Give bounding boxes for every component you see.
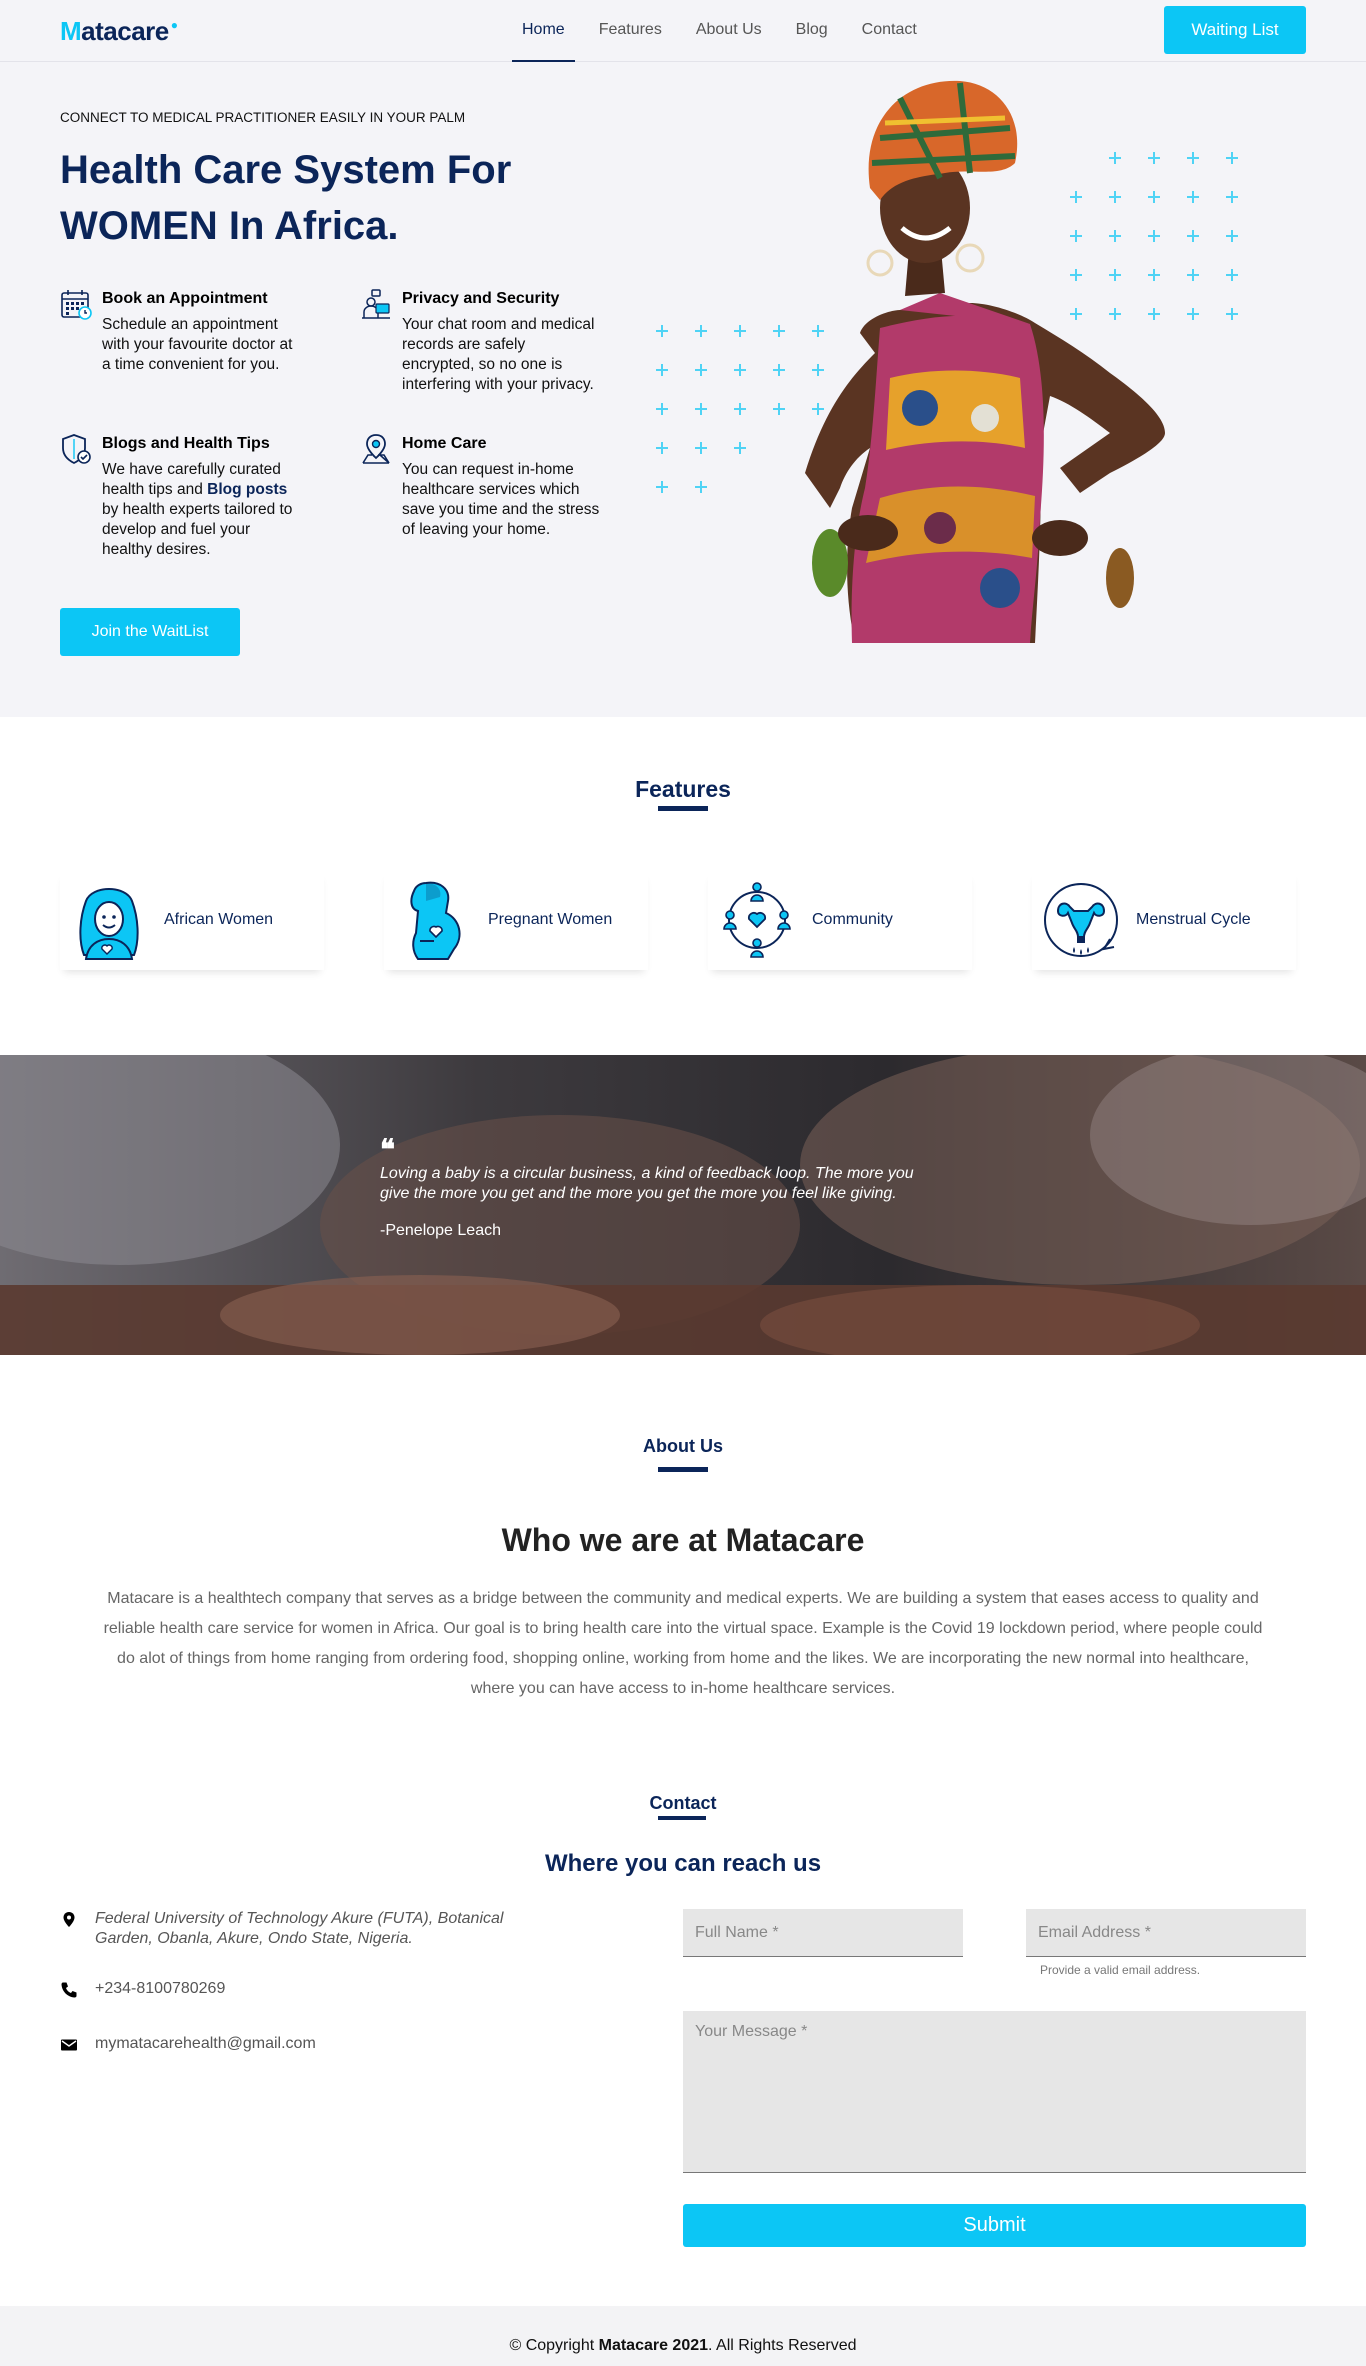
quote-mark-icon: ❝ bbox=[380, 1133, 396, 1166]
nav-home[interactable]: Home bbox=[512, 0, 575, 62]
feature-title: Book an Appointment bbox=[102, 290, 268, 307]
contact-heading-underline bbox=[658, 1816, 706, 1820]
feature-card-african-women[interactable]: African Women bbox=[60, 870, 324, 970]
hero-section: CONNECT TO MEDICAL PRACTITIONER EASILY I… bbox=[0, 62, 1366, 717]
uterus-icon bbox=[1044, 883, 1118, 957]
location-icon bbox=[362, 434, 390, 464]
hero-title: Health Care System For WOMEN In Africa. bbox=[60, 148, 512, 248]
top-navbar: Matacare ● Home Features About Us Blog Co… bbox=[0, 0, 1366, 62]
feature-text: We have carefully curated health tips an… bbox=[102, 460, 300, 560]
mail-icon bbox=[61, 2039, 77, 2051]
privacy-icon bbox=[362, 289, 390, 319]
message-field bbox=[683, 2011, 1306, 2173]
contact-address: Federal University of Technology Akure (… bbox=[60, 1909, 555, 1949]
calendar-icon bbox=[61, 290, 92, 320]
quote-text: Loving a baby is a circular business, a … bbox=[380, 1165, 914, 1202]
feature-title: Privacy and Security bbox=[402, 290, 560, 307]
email-hint: Provide a valid email address. bbox=[1040, 1963, 1201, 1977]
nav-blog[interactable]: Blog bbox=[786, 0, 838, 62]
submit-button[interactable]: Submit bbox=[683, 2204, 1306, 2247]
hero-eyebrow: CONNECT TO MEDICAL PRACTITIONER EASILY I… bbox=[60, 110, 466, 125]
feature-privacy-security: Privacy and Security Your chat room and … bbox=[360, 289, 600, 395]
plus-pattern-right bbox=[1070, 152, 1238, 320]
feature-title: Home Care bbox=[402, 435, 487, 452]
african-woman-icon bbox=[79, 888, 139, 960]
plus-pattern-left bbox=[656, 325, 824, 493]
contact-phone: +234-8100780269 bbox=[60, 1979, 225, 1999]
email-address-input[interactable] bbox=[1026, 1909, 1306, 1956]
footer: © Copyright Matacare 2021. All Rights Re… bbox=[0, 2306, 1366, 2366]
about-heading-underline bbox=[658, 1467, 708, 1472]
full-name-field bbox=[683, 1909, 963, 1957]
pregnant-woman-icon bbox=[410, 881, 461, 960]
feature-book-appointment: Book an Appointment Schedule an appointm… bbox=[60, 290, 300, 375]
main-menu: Home Features About Us Blog Contact bbox=[512, 0, 941, 62]
feature-card-label: Menstrual Cycle bbox=[1136, 911, 1251, 928]
logo-letter: M bbox=[60, 16, 82, 46]
contact-subheading: Where you can reach us bbox=[544, 1850, 822, 1877]
waiting-list-button[interactable]: Waiting List bbox=[1164, 6, 1306, 54]
map-pin-icon bbox=[63, 1912, 75, 1927]
nav-contact[interactable]: Contact bbox=[852, 0, 927, 62]
feature-card-label: Community bbox=[812, 911, 893, 928]
quote-author: -Penelope Leach bbox=[380, 1222, 501, 1239]
feature-text-part: by health experts tailored to develop an… bbox=[102, 501, 293, 558]
phone-text[interactable]: +234-8100780269 bbox=[95, 1979, 225, 1999]
quote-banner: ❝ Loving a baby is a circular business, … bbox=[0, 1055, 1366, 1355]
feature-card-community[interactable]: Community bbox=[708, 870, 972, 970]
hero-woman-image bbox=[656, 80, 1238, 643]
logo-dot-icon: ● bbox=[170, 18, 178, 32]
quote-block: ❝ Loving a baby is a circular business, … bbox=[380, 1133, 920, 1240]
phone-icon bbox=[61, 1982, 77, 1998]
features-heading: Features bbox=[635, 776, 731, 802]
feature-text: You can request in-home healthcare servi… bbox=[402, 461, 600, 538]
email-address-field bbox=[1026, 1909, 1306, 1957]
message-input[interactable] bbox=[683, 2011, 1306, 2172]
contact-heading: Contact bbox=[649, 1793, 717, 1813]
matacare-logo[interactable]: Matacare ● bbox=[60, 16, 178, 47]
about-heading: About Us bbox=[643, 1436, 723, 1456]
full-name-input[interactable] bbox=[683, 1909, 963, 1956]
feature-text: Schedule an appointment with your favour… bbox=[102, 316, 293, 373]
nav-about-us[interactable]: About Us bbox=[686, 0, 772, 62]
feature-title: Blogs and Health Tips bbox=[102, 435, 270, 452]
feature-card-label: African Women bbox=[164, 911, 274, 928]
features-heading-underline bbox=[658, 806, 708, 811]
footer-prefix: © Copyright bbox=[509, 2337, 599, 2354]
blog-posts-link[interactable]: Blog posts bbox=[207, 481, 287, 498]
feature-card-pregnant-women[interactable]: Pregnant Women bbox=[384, 870, 648, 970]
nav-features[interactable]: Features bbox=[589, 0, 672, 62]
community-icon bbox=[723, 882, 791, 958]
shield-check-icon bbox=[62, 434, 91, 465]
join-waitlist-button[interactable]: Join the WaitList bbox=[60, 608, 240, 656]
logo-text: atacare bbox=[81, 16, 169, 46]
feature-home-care: Home Care You can request in-home health… bbox=[360, 434, 600, 540]
contact-email: mymatacarehealth@gmail.com bbox=[60, 2034, 316, 2054]
feature-card-label: Pregnant Women bbox=[488, 911, 613, 928]
feature-blogs-health-tips: Blogs and Health Tips We have carefully … bbox=[60, 434, 300, 560]
feature-text: Your chat room and medical records are s… bbox=[402, 316, 595, 393]
email-text[interactable]: mymatacarehealth@gmail.com bbox=[95, 2034, 316, 2054]
about-title: Who we are at Matacare bbox=[501, 1522, 865, 1558]
address-text: Federal University of Technology Akure (… bbox=[95, 1910, 504, 1947]
footer-suffix: . All Rights Reserved bbox=[708, 2337, 857, 2354]
about-body: Matacare is a healthtech company that se… bbox=[103, 1590, 1263, 1697]
footer-brand: Matacare 2021 bbox=[598, 2337, 709, 2354]
feature-card-menstrual-cycle[interactable]: Menstrual Cycle bbox=[1032, 870, 1296, 970]
